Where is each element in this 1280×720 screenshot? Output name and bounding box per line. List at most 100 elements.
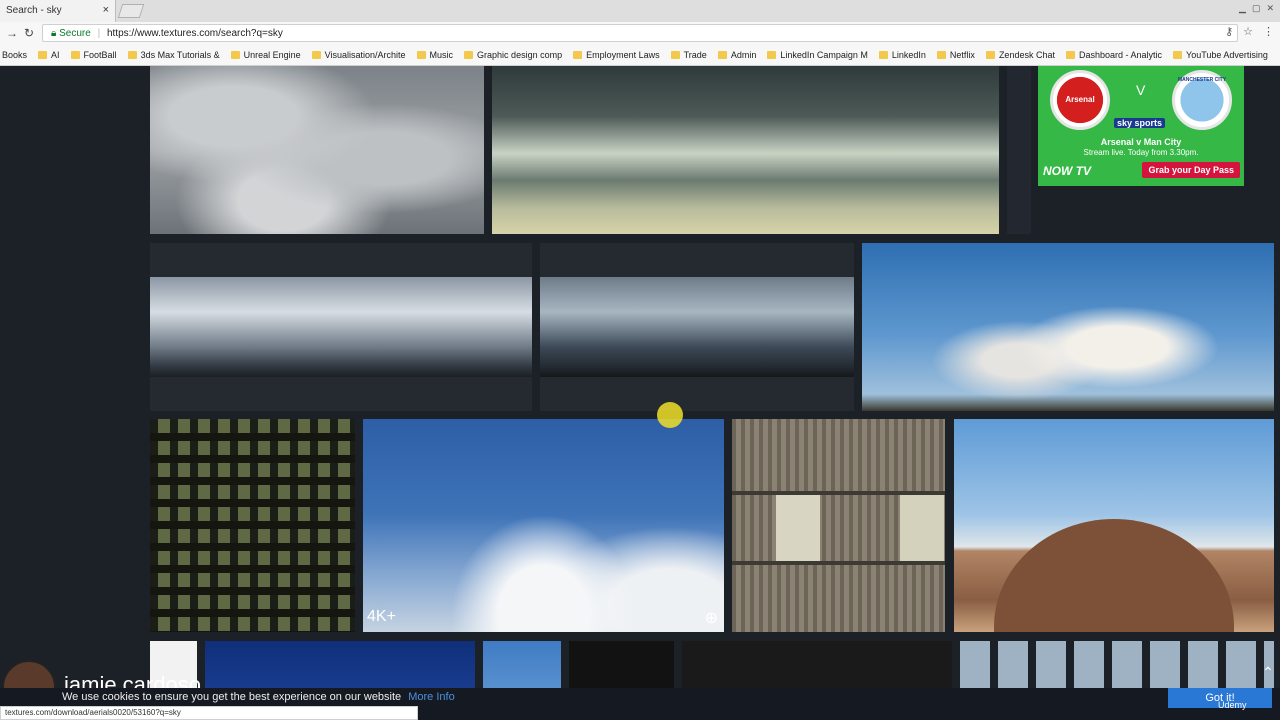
- result-storm-panorama-2[interactable]: [540, 243, 854, 411]
- star-icon[interactable]: ☆: [1243, 25, 1253, 38]
- result-clouds-aerial[interactable]: [150, 66, 484, 234]
- ad-title: Arsenal v Man City: [1100, 137, 1182, 147]
- menu-icon[interactable]: ⋮: [1263, 25, 1274, 38]
- key-icon[interactable]: ⚷: [1225, 25, 1233, 38]
- result-blue-sky-clouds[interactable]: [862, 243, 1274, 411]
- folder-icon: [1065, 50, 1075, 59]
- folder-icon: [127, 50, 137, 59]
- cookie-text: We use cookies to ensure you get the bes…: [62, 691, 402, 703]
- bookmark-item[interactable]: Unreal Engine: [230, 49, 301, 60]
- arsenal-crest-icon: Arsenal: [1050, 70, 1110, 130]
- bookmark-item[interactable]: YouTube Advertising: [1173, 50, 1268, 60]
- folder-icon: [464, 50, 474, 59]
- bookmark-item[interactable]: Visualisation/Archite: [311, 50, 406, 60]
- result-corrugated-wall[interactable]: [732, 419, 945, 632]
- bookmark-item[interactable]: Employment Laws: [573, 50, 660, 60]
- bookmark-item[interactable]: Trade: [670, 49, 707, 60]
- scroll-top-icon[interactable]: ⌃: [1258, 664, 1278, 686]
- bookmark-label: Admin: [730, 49, 757, 60]
- ad-versus: V: [1136, 82, 1146, 98]
- bookmark-item[interactable]: Graphic design comp: [464, 50, 562, 60]
- bookmark-item[interactable]: Netflix: [936, 49, 975, 60]
- reload-icon[interactable]: ↻: [24, 26, 34, 40]
- bookmark-item[interactable]: Music: [416, 49, 454, 60]
- result-desert-hill[interactable]: [954, 419, 1274, 632]
- bookmark-label: Graphic design comp: [477, 49, 563, 60]
- lock-icon: 🔒︎: [51, 28, 57, 39]
- man-city-crest-icon: MANCHESTER CITY: [1172, 70, 1232, 130]
- udemy-watermark: Udemy: [1218, 700, 1247, 710]
- bookmark-item[interactable]: Zendesk Chat: [985, 49, 1055, 60]
- folder-icon: [936, 50, 946, 59]
- bookmark-item[interactable]: LinkedIn Campaign M: [767, 50, 868, 60]
- bookmark-label: Music: [429, 49, 454, 60]
- folder-icon: [416, 50, 426, 59]
- bookmark-label: Zendesk Chat: [998, 49, 1055, 60]
- bookmark-label: FootBall: [83, 49, 117, 60]
- folder-icon: [38, 50, 48, 59]
- folder-icon: [1173, 50, 1183, 59]
- browser-titlebar: Search - sky × ▁ ▢ ✕: [0, 0, 1280, 22]
- bookmark-item[interactable]: 3ds Max Tutorials &: [127, 49, 220, 60]
- result-storm-panorama-1[interactable]: [150, 243, 532, 411]
- omnibar-icons: ⚷ ☆ ⋮: [1225, 25, 1274, 38]
- maximize-icon[interactable]: ▢: [1252, 3, 1261, 14]
- folder-icon: [878, 50, 888, 59]
- bookmark-label: Employment Laws: [586, 49, 660, 60]
- ad-banner[interactable]: Arsenal V MANCHESTER CITY sky sports Ars…: [1038, 66, 1244, 186]
- ad-subtitle: Stream live. Today from 3.30pm.: [1083, 148, 1199, 157]
- url-separator: |: [97, 28, 101, 39]
- zoom-icon[interactable]: ⊕: [705, 608, 718, 628]
- nowtv-logo: NOW TV: [1043, 164, 1091, 178]
- omnibar: → ↻ 🔒︎ Secure | https://www.textures.com…: [0, 22, 1280, 44]
- folder-icon: [717, 50, 727, 59]
- secure-label: Secure: [59, 28, 91, 39]
- sky-sports-logo: sky sports: [1114, 118, 1166, 128]
- folder-icon: [311, 50, 321, 59]
- bookmark-label: LinkedIn Campaign M: [780, 49, 868, 60]
- bookmark-label: AI: [51, 49, 60, 60]
- badge-4k: 4K+: [367, 608, 396, 625]
- result-placeholder: [1007, 66, 1031, 234]
- window-close-icon[interactable]: ✕: [1266, 3, 1274, 14]
- browser-tab[interactable]: Search - sky ×: [0, 0, 116, 22]
- bookmark-label: Books: [2, 49, 28, 60]
- folder-icon: [230, 50, 240, 59]
- bookmark-label: YouTube Advertising: [1186, 49, 1268, 60]
- cookie-more-info-link[interactable]: More Info: [408, 691, 454, 703]
- folder-icon: [985, 50, 995, 59]
- bookmark-label: Netflix: [949, 49, 975, 60]
- bookmark-item[interactable]: Dashboard - Analytic: [1065, 49, 1163, 60]
- cookie-message: We use cookies to ensure you get the bes…: [62, 691, 455, 703]
- folder-icon: [573, 50, 583, 59]
- bookmark-item[interactable]: FootBall: [70, 49, 117, 60]
- bookmark-label: Dashboard - Analytic: [1078, 49, 1163, 60]
- tab-title: Search - sky: [6, 5, 62, 16]
- result-sky-above-clouds[interactable]: 4K+ ⊕: [363, 419, 724, 632]
- search-results-page: Arsenal V MANCHESTER CITY sky sports Ars…: [0, 66, 1280, 720]
- mouse-cursor-highlight: [657, 402, 683, 428]
- tab-close-icon[interactable]: ×: [103, 4, 109, 16]
- bookmark-item[interactable]: AI: [38, 50, 60, 60]
- bookmark-label: Unreal Engine: [243, 49, 301, 60]
- forward-icon[interactable]: →: [6, 26, 18, 40]
- ad-cta-button[interactable]: Grab your Day Pass: [1142, 162, 1240, 178]
- url-text: https://www.textures.com/search?q=sky: [106, 28, 283, 39]
- bookmarks-bar: Books AI FootBall 3ds Max Tutorials & Unreal…: [0, 44, 1280, 66]
- status-bar-url: textures.com/download/aerials0020/53160?…: [0, 706, 418, 720]
- minimize-icon[interactable]: ▁: [1239, 3, 1246, 14]
- result-office-building-night[interactable]: [150, 419, 355, 632]
- folder-icon: [767, 50, 777, 59]
- bookmark-label: LinkedIn: [891, 49, 926, 60]
- result-storm-sunbeams[interactable]: [492, 66, 999, 234]
- window-controls: ▁ ▢ ✕: [1239, 3, 1274, 14]
- bookmark-item[interactable]: Admin: [717, 49, 757, 60]
- bookmark-item[interactable]: Books: [2, 50, 27, 60]
- bookmark-label: Trade: [683, 49, 707, 60]
- bookmark-item[interactable]: LinkedIn: [878, 49, 926, 60]
- folder-icon: [670, 50, 680, 59]
- new-tab-button[interactable]: [117, 4, 145, 18]
- folder-icon: [70, 50, 80, 59]
- bookmark-label: 3ds Max Tutorials &: [140, 49, 220, 60]
- address-bar[interactable]: 🔒︎ Secure | https://www.textures.com/sea…: [42, 24, 1238, 42]
